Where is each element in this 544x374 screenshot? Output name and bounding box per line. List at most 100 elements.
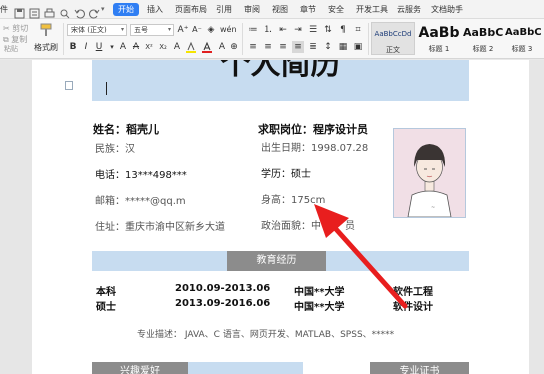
redo-icon[interactable] [89,4,100,19]
edu-period-1[interactable]: 2010.09-2013.06 [175,283,270,294]
style-normal[interactable]: AaBbCcDd 正文 [371,22,415,55]
decrease-indent-icon[interactable]: ⇤ [277,24,289,36]
increase-indent-icon[interactable]: ⇥ [292,24,304,36]
ribbon-separator [63,23,64,55]
edu-school-2[interactable]: 中国**大学 [294,298,344,313]
font-size-value: 五号 [134,26,148,34]
undo-icon[interactable] [74,4,85,19]
align-left-icon[interactable]: ≡ [247,41,259,53]
borders-icon[interactable]: ▣ [352,41,364,53]
edu-period-2[interactable]: 2013.09-2016.06 [175,298,270,309]
cut-button[interactable]: ✂ 剪切 [3,23,28,34]
quick-access-chevron-icon[interactable]: ▾ [101,4,109,15]
email-line[interactable]: 邮箱：*****@qq.m [95,192,186,207]
style-preview: AaBb [418,25,460,41]
style-heading-2[interactable]: AaBbC 标题 2 [463,22,503,55]
edu-school-1[interactable]: 中国**大学 [294,283,344,298]
print-icon[interactable] [44,4,55,18]
politics-line[interactable]: 政治面貌：中 [261,217,321,232]
style-label: 正文 [386,46,400,54]
format-painter-label[interactable]: 格式刷 [34,42,58,53]
wps-writer-window: 件 ▾ 开始 插入 页面布局 引用 审阅 视图 章节 安全 开发工具 云服务 文… [0,0,544,374]
shading-icon[interactable]: ▦ [337,41,349,53]
show-marks-icon[interactable]: ¶ [337,24,349,36]
position-line[interactable]: 求职岗位：程序设计员 [258,121,368,137]
politics-line-tail[interactable]: 员 [345,217,355,232]
edu-degree-2[interactable]: 硕士 [96,298,116,313]
page-marker-icon[interactable] [65,81,73,90]
strikethrough-icon[interactable]: A [130,41,142,53]
style-preview: AaBbC [505,27,542,38]
font-name-select[interactable]: 宋体 (正文) ▾ [67,24,127,36]
tab-view[interactable]: 视图 [272,0,288,19]
tab-page-layout[interactable]: 页面布局 [175,0,207,19]
text-effect-icon[interactable]: A [171,41,183,53]
tab-doc-assistant[interactable]: 文档助手 [431,0,463,19]
font-color-icon[interactable] [201,41,213,53]
superscript-icon[interactable]: X² [143,41,155,53]
bold-icon[interactable]: B [67,41,79,53]
more-icon[interactable]: ⌗ [352,24,364,36]
distribute-icon[interactable]: ≣ [307,41,319,53]
align-right-icon[interactable]: ≡ [277,41,289,53]
address-line[interactable]: 住址：重庆市渝中区新乡大道 [95,218,225,233]
name-line[interactable]: 姓名：稻壳儿 [93,121,159,137]
bullet-list-icon[interactable]: ≔ [247,24,259,36]
preview-icon[interactable] [59,4,70,19]
save-icon[interactable] [14,4,25,19]
edu-degree-1[interactable]: 本科 [96,283,116,298]
tab-developer[interactable]: 开发工具 [356,0,388,19]
font-size-select[interactable]: 五号 ▾ [130,24,174,36]
char-border-icon[interactable]: A [216,41,228,53]
style-heading-1[interactable]: AaBb 标题 1 [417,22,461,55]
style-preview: AaBbCcDd [374,30,412,38]
chevron-down-icon: ▾ [167,26,171,33]
format-painter-icon[interactable] [39,23,53,37]
height-line[interactable]: 身高：175cm [261,191,325,206]
tab-home[interactable]: 开始 [113,3,139,16]
tab-references[interactable]: 引用 [216,0,232,19]
chinese-layout-icon[interactable]: ☰ [307,24,319,36]
tab-cloud-service[interactable]: 云服务 [397,0,421,19]
ribbon-toolbar: ✂ 剪切 ⧉ 复制 粘贴 格式刷 宋体 (正文) ▾ 五号 ▾ A⁺ A⁻ ◈ wé… [0,19,544,59]
copy-icon: ⧉ [3,35,9,44]
menu-file-fragment[interactable]: 件 [0,0,8,19]
sort-icon[interactable]: ⇅ [322,24,334,36]
ethnicity-line[interactable]: 民族：汉 [95,140,135,155]
edu-major-1[interactable]: 软件工程 [393,283,433,298]
style-heading-3[interactable]: AaBbC 标题 3 [505,22,542,55]
profile-illustration: ~ [394,129,465,218]
tab-chapter[interactable]: 章节 [300,0,316,19]
chevron-down-icon: ▾ [120,26,124,33]
subscript-icon[interactable]: X₂ [157,41,169,53]
edu-major-2[interactable]: 软件设计 [393,298,433,313]
enclose-char-icon[interactable]: ⊕ [228,41,240,53]
italic-icon[interactable]: I [80,41,92,53]
skills-line[interactable]: 专业描述： JAVA、C 语言、网页开发、MATLAB、SPSS、***** [137,327,394,340]
line-spacing-icon[interactable]: ↕ [322,41,334,53]
shrink-font-icon[interactable]: A⁻ [191,24,203,36]
numbered-list-icon[interactable]: ⒈ [262,24,274,36]
education-line[interactable]: 学历：硕士 [261,165,311,180]
align-center-icon[interactable]: ≡ [262,41,274,53]
phonetic-icon[interactable]: wén [220,24,237,36]
template-icon[interactable] [29,4,40,19]
profile-photo[interactable]: ~ [393,128,466,218]
highlight-swatch [186,51,196,53]
clear-format-icon[interactable]: ◈ [205,24,217,36]
tab-insert[interactable]: 插入 [147,0,163,19]
highlight-color-icon[interactable] [185,41,197,53]
highlight-icon[interactable]: A [117,41,129,53]
font-name-value: 宋体 (正文) [71,26,107,34]
tab-review[interactable]: 审阅 [244,0,260,19]
tab-security[interactable]: 安全 [328,0,344,19]
copy-label: 复制 [11,35,28,44]
cert-section-title: 专业证书 [370,362,469,374]
paste-button[interactable]: 粘贴 [4,44,18,54]
birth-line[interactable]: 出生日期：1998.07.28 [261,139,368,154]
justify-icon[interactable]: ≡ [292,41,304,53]
grow-font-icon[interactable]: A⁺ [177,24,189,36]
menu-bar: 件 ▾ 开始 插入 页面布局 引用 审阅 视图 章节 安全 开发工具 云服务 文… [0,0,544,19]
underline-icon[interactable]: U [93,41,105,53]
phone-line[interactable]: 电话：13***498*** [95,166,187,181]
